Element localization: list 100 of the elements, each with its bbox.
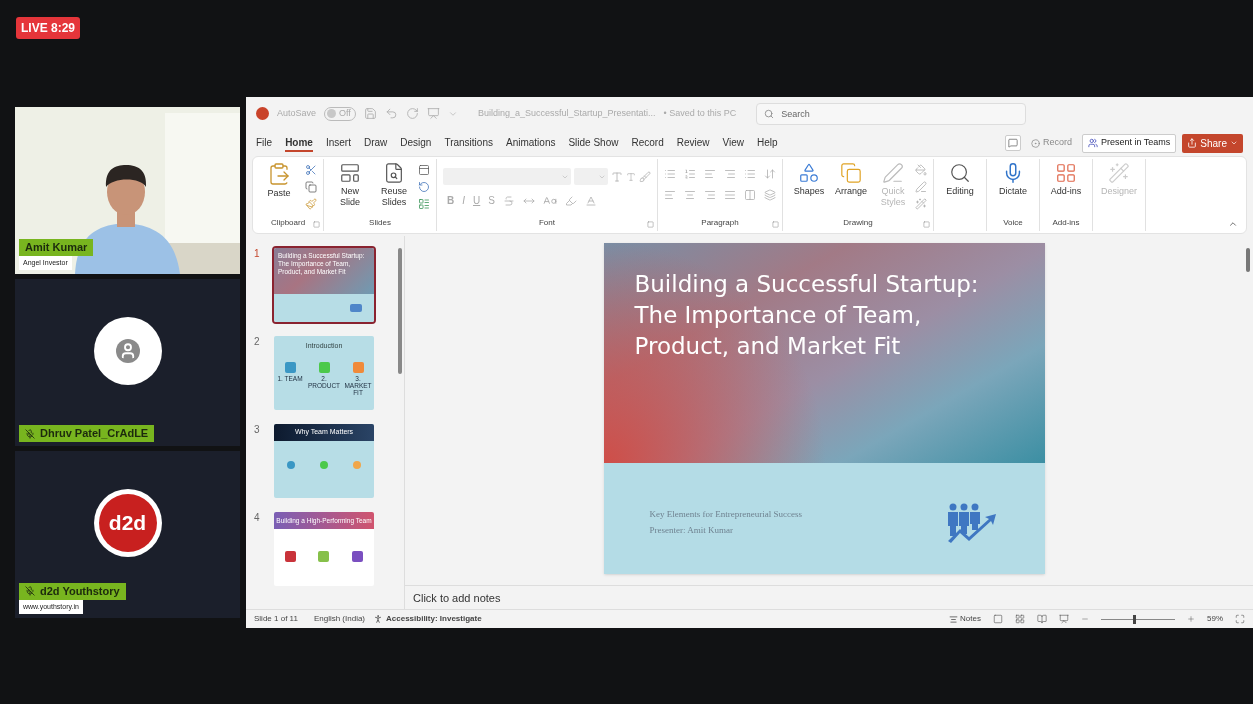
strikethrough-icon[interactable] — [502, 194, 515, 207]
ribbon-button[interactable]: Shapes — [789, 162, 829, 210]
normal-view-icon[interactable] — [993, 614, 1003, 624]
reading-view-icon[interactable] — [1037, 614, 1047, 624]
slide-subtitle: Key Elements for Entrepreneurial Success — [649, 507, 802, 521]
group-label: Clipboard — [270, 217, 306, 229]
group-label: Add-ins — [1052, 217, 1080, 229]
new-slide-icon — [339, 162, 361, 184]
menu-tab[interactable]: Home — [285, 134, 313, 152]
menu-tab[interactable]: Insert — [325, 134, 351, 152]
ribbon-button[interactable]: Dictate — [993, 162, 1033, 197]
slide-subtitle: Presenter: Amit Kumar — [649, 524, 734, 537]
layout-icon[interactable] — [418, 164, 430, 176]
shape-effects-icon[interactable] — [915, 198, 927, 210]
language-status[interactable]: English (India) — [313, 613, 366, 625]
align-right-icon[interactable] — [704, 189, 716, 201]
share-icon — [1187, 138, 1198, 148]
menu-tab[interactable]: Help — [757, 134, 778, 152]
present-in-teams-button[interactable]: Present in Teams — [1081, 133, 1177, 153]
ribbon-button[interactable]: Arrange — [831, 162, 871, 210]
menu-tab[interactable]: Slide Show — [568, 134, 619, 152]
font-size-field[interactable] — [574, 168, 608, 185]
slide-sorter-icon[interactable] — [1015, 614, 1025, 624]
ribbon-button[interactable]: Editing — [940, 162, 980, 197]
clear-formatting-icon[interactable] — [639, 170, 651, 183]
arrange-icon — [840, 162, 862, 184]
justify-icon[interactable] — [724, 189, 736, 201]
dialog-launcher-icon[interactable] — [647, 221, 654, 228]
zoom-thumb[interactable] — [1133, 614, 1137, 624]
file-name: Building_a_Successful_Startup_Presentati... — [477, 106, 656, 120]
comment-icon[interactable] — [1004, 135, 1021, 151]
notes-field[interactable]: Click to add notes — [405, 585, 1253, 609]
align-center-icon[interactable] — [684, 189, 696, 201]
item-icon — [318, 551, 330, 562]
zoom-out-icon[interactable] — [1081, 615, 1089, 623]
dialog-launcher-icon[interactable] — [923, 221, 930, 228]
app-logo-icon — [256, 107, 269, 120]
numbering-icon[interactable] — [684, 168, 696, 180]
ribbon-button[interactable]: Add-ins — [1046, 162, 1086, 197]
group-label: Slides — [369, 217, 391, 229]
paste-icon — [267, 162, 291, 186]
copy-icon[interactable] — [305, 181, 317, 193]
zoom-level[interactable]: 59% — [1207, 613, 1223, 625]
line-spacing-icon[interactable] — [744, 168, 756, 180]
format-painter-icon[interactable] — [305, 198, 317, 210]
menu-tab[interactable]: Transitions — [444, 134, 493, 152]
align-left-icon[interactable] — [664, 189, 676, 201]
dialog-launcher-icon[interactable] — [313, 221, 320, 228]
font-name-field[interactable] — [443, 168, 571, 185]
autosave-label: AutoSave — [277, 106, 317, 120]
notes-button[interactable]: Notes — [949, 613, 981, 625]
slide-number: 4 — [254, 511, 261, 525]
shrink-font-icon[interactable] — [626, 171, 636, 182]
menu-tab[interactable]: View — [722, 134, 744, 152]
bullets-icon[interactable] — [664, 168, 676, 180]
logo-text: d2d — [98, 493, 157, 552]
redo-icon[interactable] — [405, 107, 419, 120]
item-icon — [320, 461, 328, 469]
search-icon — [949, 162, 971, 184]
ribbon-button[interactable]: Paste — [259, 162, 299, 210]
group-label: Voice — [1003, 217, 1023, 229]
fit-to-window-icon[interactable] — [1235, 614, 1245, 624]
slide-number: 3 — [254, 423, 261, 437]
accessibility-button[interactable]: Accessibility: Investigate — [373, 613, 482, 625]
presentation-icon[interactable] — [426, 107, 440, 120]
ribbon-button[interactable]: New Slide — [330, 162, 370, 210]
shape-fill-icon[interactable] — [915, 164, 927, 176]
menu-tab[interactable]: Design — [400, 134, 432, 152]
menu-tab[interactable]: Review — [676, 134, 710, 152]
zoom-in-icon[interactable] — [1187, 615, 1195, 623]
zoom-slider[interactable] — [1101, 614, 1175, 624]
item-icon — [351, 551, 363, 562]
save-icon[interactable] — [363, 107, 377, 120]
slide-show-icon[interactable] — [1059, 614, 1069, 624]
collapse-ribbon-icon[interactable] — [1228, 219, 1238, 229]
shape-outline-icon[interactable] — [915, 181, 927, 193]
menu-tab[interactable]: Animations — [505, 134, 556, 152]
participant-name: Dhruv Patel_CrAdLE — [40, 426, 149, 442]
menu-tab[interactable]: Record — [631, 134, 664, 152]
columns-icon[interactable] — [744, 189, 756, 201]
increase-indent-icon[interactable] — [724, 168, 736, 180]
smartart-icon[interactable] — [764, 189, 776, 201]
highlighter-icon[interactable] — [564, 194, 577, 207]
quick-styles-icon — [882, 162, 904, 184]
designer-icon — [1108, 162, 1130, 184]
undo-icon[interactable] — [384, 107, 398, 120]
decrease-indent-icon[interactable] — [704, 168, 716, 180]
section-icon[interactable] — [418, 198, 430, 210]
share-button[interactable]: Share — [1182, 133, 1243, 153]
search-field[interactable]: Search — [756, 102, 1027, 125]
menu-tab[interactable]: File — [256, 134, 273, 152]
ribbon-button[interactable]: Reuse Slides — [374, 162, 414, 210]
grow-font-icon[interactable] — [611, 170, 623, 183]
font-color-icon[interactable] — [584, 194, 597, 207]
menu-tab[interactable]: Draw — [363, 134, 388, 152]
text-direction-icon[interactable] — [764, 168, 776, 180]
dialog-launcher-icon[interactable] — [772, 221, 779, 228]
reset-icon[interactable] — [418, 181, 430, 193]
user-icon — [115, 338, 140, 363]
cut-icon[interactable] — [305, 164, 317, 176]
